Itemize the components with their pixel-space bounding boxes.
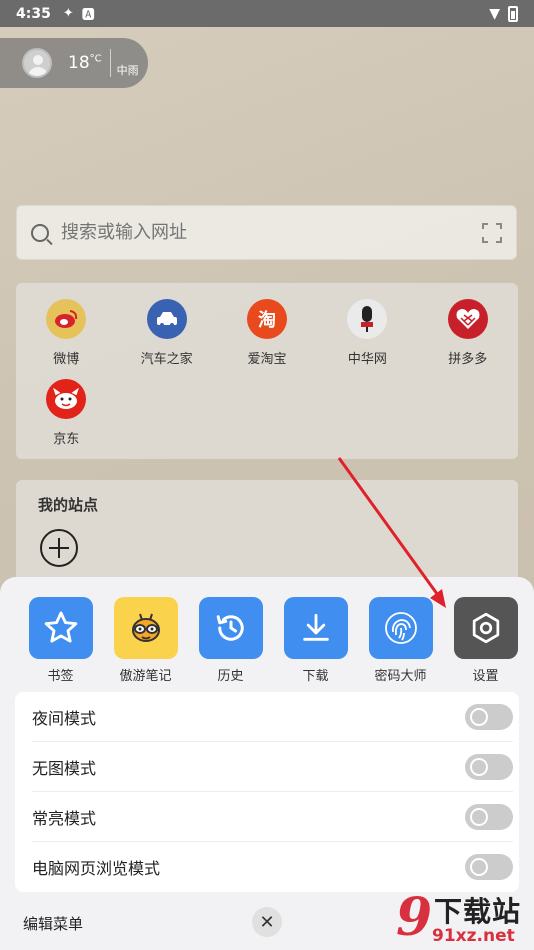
shortcut-item[interactable]: 微博 (16, 299, 116, 379)
search-input[interactable] (61, 222, 482, 243)
menu-item-label: 设置 (472, 669, 499, 684)
toggle-switch[interactable] (465, 753, 513, 780)
star-icon (28, 597, 93, 659)
shortcut-label: 微博 (53, 352, 80, 367)
weather-temperature: 18°C (68, 53, 102, 73)
fingerprint-icon (368, 597, 433, 659)
shortcut-label: 中华网 (347, 352, 387, 367)
car-icon (146, 299, 187, 339)
quick-actions: 书签 傲游笔记 历史 下载 密码大师 设置 (18, 597, 528, 684)
bee-icon (113, 597, 178, 659)
toggle-switch[interactable] (465, 703, 513, 730)
taobao-icon: 淘 (246, 299, 287, 339)
my-sites-title: 我的站点 (38, 496, 99, 514)
menu-item-label: 傲游笔记 (119, 669, 172, 684)
shortcut-label: 拼多多 (448, 352, 488, 367)
menu-item-label: 下载 (302, 669, 329, 684)
close-icon: ✕ (259, 911, 275, 933)
menu-item-label: 书签 (47, 669, 74, 684)
menu-item-download[interactable]: 下载 (273, 597, 358, 684)
scan-icon[interactable] (482, 222, 502, 243)
menu-item-label: 密码大师 (374, 669, 427, 684)
add-site-button[interactable] (40, 529, 78, 567)
search-icon (31, 223, 49, 242)
download-icon (283, 597, 348, 659)
jd-icon (46, 379, 87, 419)
menu-item-history[interactable]: 历史 (188, 597, 273, 684)
status-time: 4:35 (16, 5, 51, 22)
shortcut-item[interactable]: 汽车之家 (116, 299, 216, 379)
close-menu-button[interactable]: ✕ (252, 907, 282, 937)
search-bar[interactable] (16, 205, 517, 260)
toggle-row: 夜间模式 (32, 692, 513, 742)
shortcut-item[interactable]: 京东 (16, 379, 116, 459)
menu-item-label: 历史 (217, 669, 244, 684)
shortcut-item[interactable]: 淘爱淘宝 (217, 299, 317, 379)
shortcut-label: 爱淘宝 (247, 352, 287, 367)
toggle-row: 电脑网页浏览模式 (32, 842, 513, 892)
history-icon (198, 597, 263, 659)
status-bar: 4:35 ✦ 🅰 ▼ (0, 0, 534, 27)
toggle-row: 常亮模式 (32, 792, 513, 842)
weibo-icon (46, 299, 87, 339)
shortcut-label: 京东 (53, 432, 80, 447)
toggle-list: 夜间模式无图模式常亮模式电脑网页浏览模式 (15, 692, 519, 892)
toggle-switch[interactable] (465, 854, 513, 880)
toggle-switch[interactable] (465, 803, 513, 830)
microphone-icon (347, 299, 388, 339)
toggle-label: 无图模式 (32, 758, 97, 778)
toggle-label: 电脑网页浏览模式 (32, 859, 161, 878)
shortcut-item[interactable]: 中华网 (317, 299, 417, 379)
weather-widget[interactable]: 18°C 中雨 (0, 38, 148, 88)
battery-icon (508, 5, 518, 22)
watermark-logo: 9 下载站 91xz.net (396, 887, 522, 948)
menu-item-bee[interactable]: 傲游笔记 (103, 597, 188, 684)
shortcut-label: 汽车之家 (140, 352, 193, 367)
menu-item-star[interactable]: 书签 (18, 597, 103, 684)
weather-condition: 中雨 (116, 64, 139, 77)
app-notification-icon: ✦ (62, 6, 74, 21)
toggle-label: 常亮模式 (32, 808, 97, 828)
pinduoduo-icon (447, 299, 488, 339)
toggle-label: 夜间模式 (32, 708, 97, 728)
gear-icon (453, 597, 518, 659)
toggle-row: 无图模式 (32, 742, 513, 792)
edit-menu-button[interactable]: 编辑菜单 (23, 913, 83, 934)
weather-divider (109, 49, 111, 77)
avatar[interactable] (22, 48, 52, 78)
a-notification-icon: 🅰 (81, 8, 95, 23)
menu-item-gear[interactable]: 设置 (443, 597, 528, 684)
shortcut-panel: 微博 汽车之家淘爱淘宝 中华网 拼多多 京东 (16, 283, 518, 459)
wifi-icon: ▼ (489, 5, 500, 22)
menu-item-fingerprint[interactable]: 密码大师 (358, 597, 443, 684)
shortcut-item[interactable]: 拼多多 (418, 299, 518, 379)
